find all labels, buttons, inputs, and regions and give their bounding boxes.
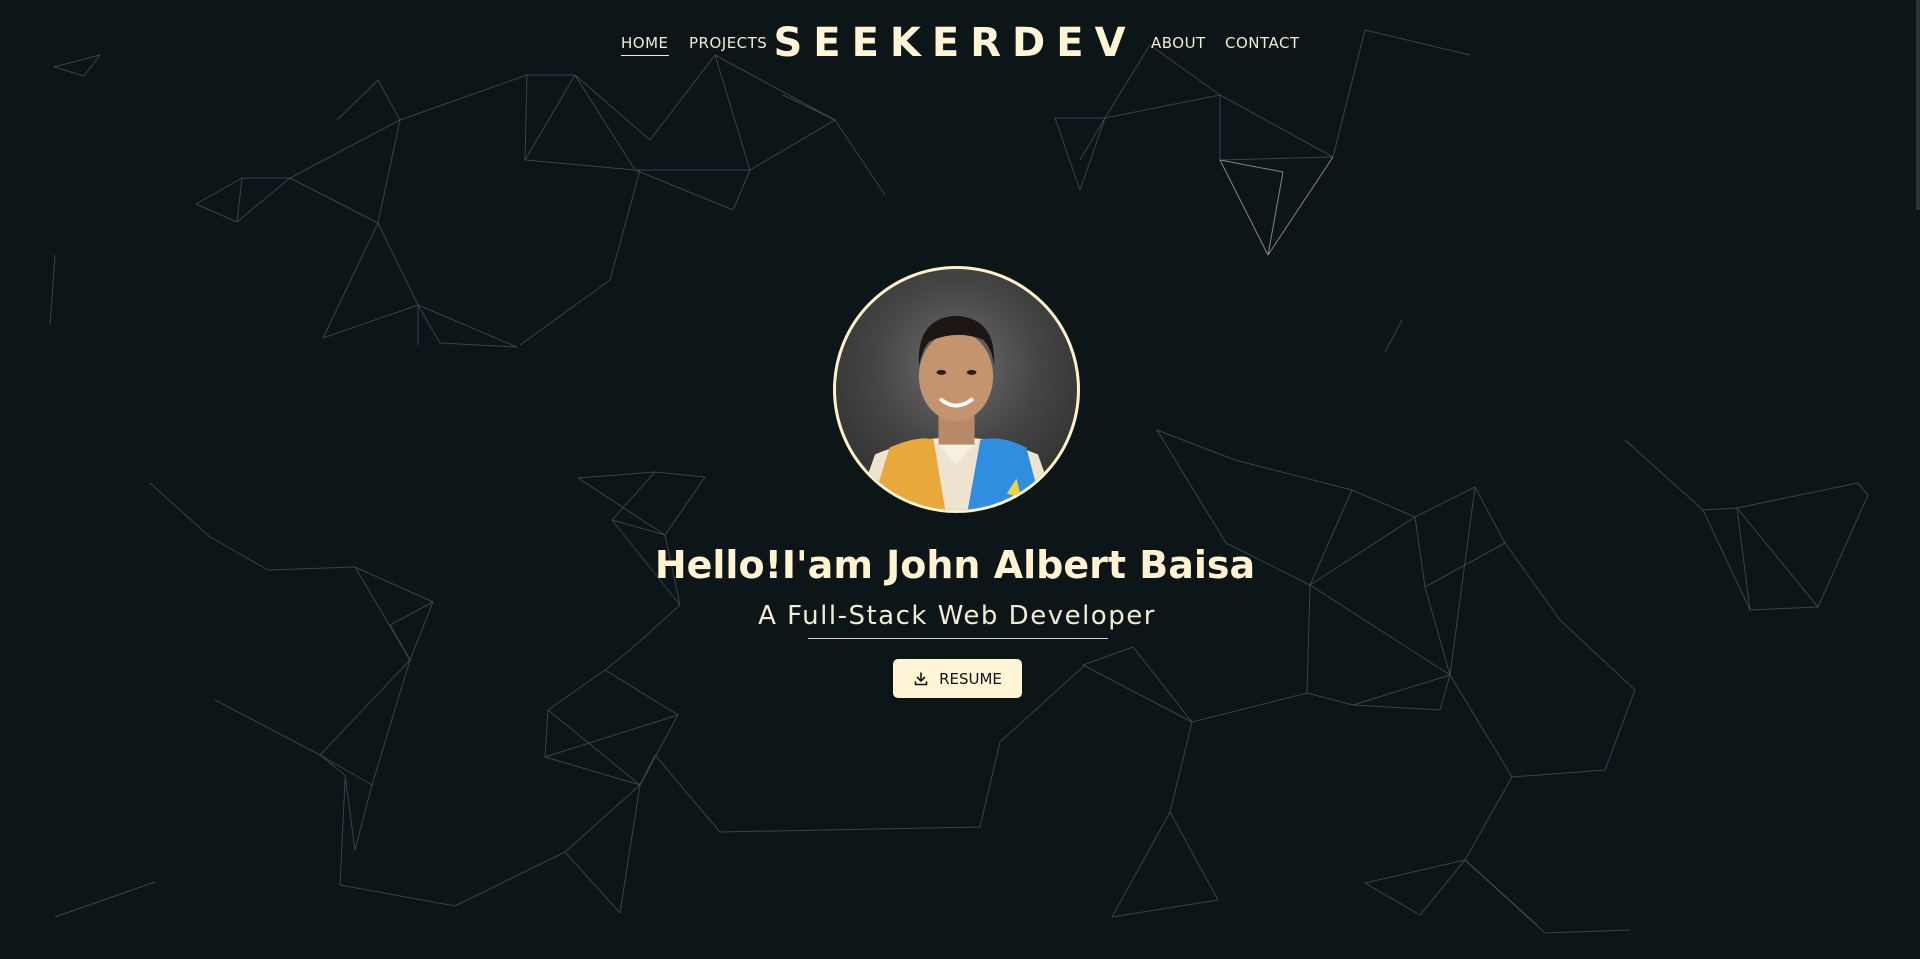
nav-projects[interactable]: PROJECTS: [689, 34, 767, 52]
scrollbar-thumb[interactable]: [1916, 0, 1920, 210]
nav-contact[interactable]: CONTACT: [1225, 34, 1300, 52]
brand-logo[interactable]: SEEKERDEV: [773, 20, 1136, 66]
nav-about[interactable]: ABOUT: [1151, 34, 1206, 52]
page: HOME PROJECTS SEEKERDEV ABOUT CONTACT He…: [0, 0, 1920, 959]
profile-avatar: [833, 266, 1080, 513]
download-icon: [914, 671, 928, 685]
nav-home[interactable]: HOME: [621, 34, 669, 56]
profile-photo: [855, 315, 1058, 510]
resume-button-label: RESUME: [939, 669, 1002, 688]
resume-button[interactable]: RESUME: [893, 659, 1022, 698]
hero-subtitle: A Full-Stack Web Developer: [758, 601, 1156, 631]
subtitle-underline: [808, 638, 1108, 639]
hero-headline: Hello!I'am John Albert Baisa: [654, 543, 1256, 587]
